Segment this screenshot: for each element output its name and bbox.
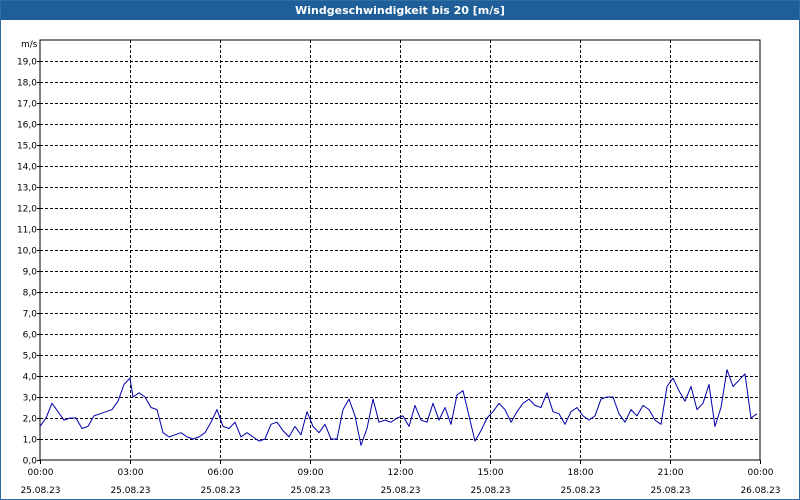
x-tick-time-label: 06:00 — [208, 468, 234, 478]
x-tick-time-label: 21:00 — [658, 468, 684, 478]
y-tick-label: 17,0 — [17, 100, 37, 110]
y-tick-label: 4,0 — [23, 373, 38, 383]
y-tick-label: 1,0 — [23, 436, 38, 446]
y-tick-label: 13,0 — [17, 184, 37, 194]
y-tick-label: 10,0 — [17, 247, 37, 257]
y-axis: 0,0 1,0 2,0 3,0 4,0 5,0 6,0 7,0 8,0 9,0 10,0 11,0 12… — [17, 58, 40, 467]
series-line-0 — [39, 369, 758, 446]
x-tick-time-label: 15:00 — [478, 468, 504, 478]
x-tick-time-label: 09:00 — [298, 468, 324, 478]
y-tick-label: 16,0 — [17, 121, 37, 131]
y-tick-label: 0,0 — [23, 457, 38, 467]
y-tick-label: 12,0 — [17, 205, 37, 215]
y-tick-label: 18,0 — [17, 79, 37, 89]
x-tick-date-label: 25.08.23 — [560, 486, 600, 496]
grid — [39, 39, 761, 461]
y-tick-label: 2,0 — [23, 415, 38, 425]
x-tick-date-label: 25.08.23 — [380, 486, 420, 496]
x-tick-time-label: 12:00 — [388, 468, 414, 478]
x-tick-date-label: 25.08.23 — [290, 486, 330, 496]
y-tick-label: 14,0 — [17, 163, 37, 173]
y-tick-label: 7,0 — [23, 310, 38, 320]
y-tick-label: 11,0 — [17, 226, 37, 236]
x-tick-date-label: 25.08.23 — [110, 486, 150, 496]
y-tick-label: 3,0 — [23, 394, 38, 404]
chart-svg: m/s 0,0 1,0 2,0 3,0 4,0 5,0 6,0 7,0 8,0 9,0 10,0 11… — [17, 39, 781, 496]
y-tick-label: 6,0 — [23, 331, 38, 341]
y-tick-label: 19,0 — [17, 58, 37, 68]
x-tick-time-label: 18:00 — [568, 468, 594, 478]
x-tick-date-label: 25.08.23 — [470, 486, 510, 496]
x-tick-time-label: 00:00 — [28, 468, 54, 478]
x-tick-date-label: 26.08.23 — [740, 486, 780, 496]
series-group — [39, 369, 758, 446]
x-tick-time-label: 00:00 — [748, 468, 774, 478]
x-tick-time-label: 03:00 — [118, 468, 144, 478]
y-axis-unit-label: m/s — [21, 40, 38, 50]
y-tick-label: 9,0 — [23, 268, 38, 278]
x-tick-date-label: 25.08.23 — [20, 486, 60, 496]
y-tick-label: 8,0 — [23, 289, 38, 299]
x-tick-date-label: 25.08.23 — [650, 486, 690, 496]
x-tick-date-label: 25.08.23 — [200, 486, 240, 496]
x-axis: 00:00 25.08.23 03:00 25.08.23 06:00 25.08.23 0… — [20, 460, 781, 496]
y-tick-label: 5,0 — [23, 352, 38, 362]
y-tick-label: 15,0 — [17, 142, 37, 152]
